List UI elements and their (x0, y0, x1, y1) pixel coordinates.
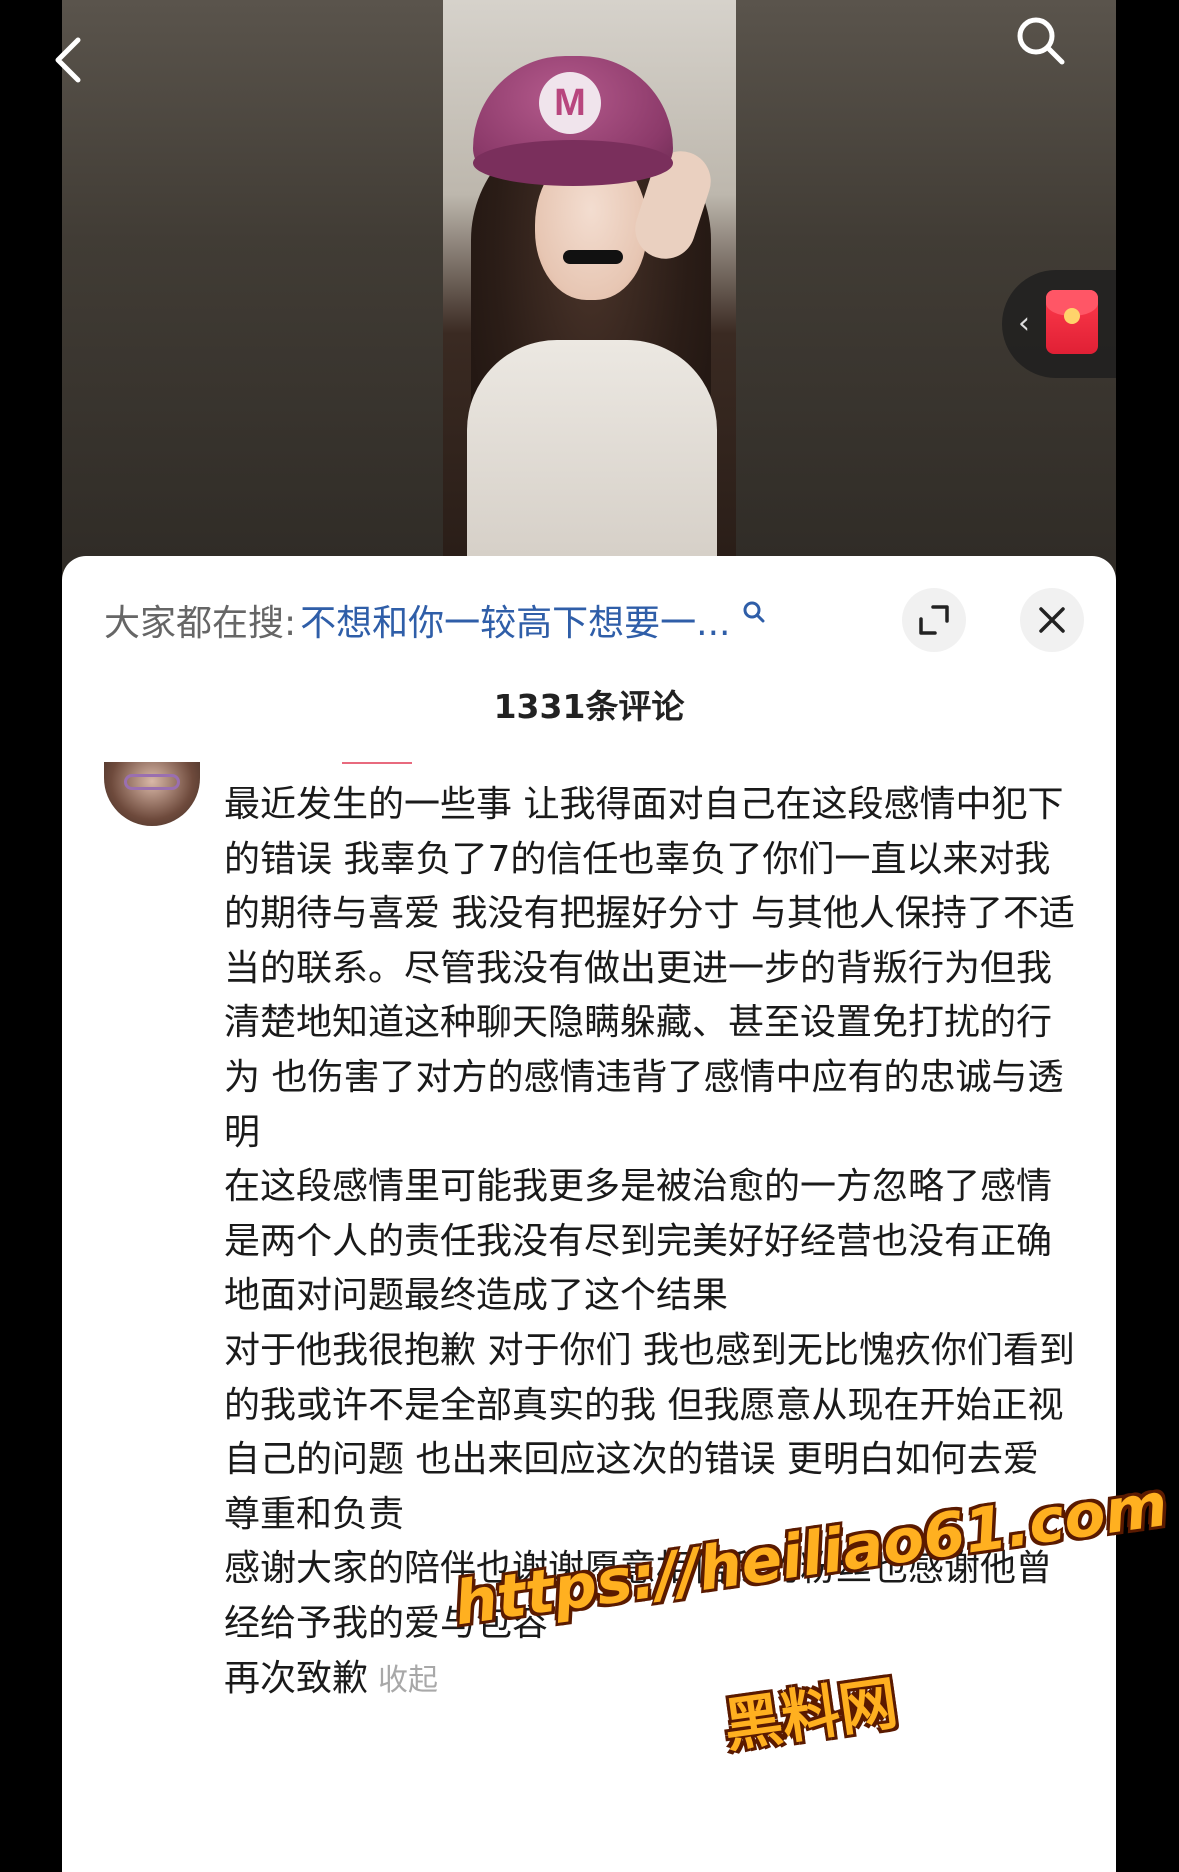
comments-sheet: 大家都在搜: 不想和你一较高下想要一... 1331条评论 最近发生的一些事 让… (62, 556, 1116, 1872)
close-icon (1039, 607, 1065, 633)
video-comments-screen: M ‹ 大家都在搜: 不想和你一较高下想要一... 1331条评论 最近发生的一… (0, 0, 1179, 1872)
search-icon (1017, 17, 1065, 65)
comment-text: 最近发生的一些事 让我得面对自己在这段感情中犯下的错误 我辜负了7的信任也辜负了… (224, 784, 1075, 1699)
collapse-link[interactable]: 收起 (378, 1663, 438, 1698)
search-button[interactable] (1010, 10, 1070, 70)
red-envelope-icon (1046, 290, 1098, 354)
trending-prefix: 大家都在搜: (104, 603, 297, 644)
video-player[interactable]: M (62, 0, 1116, 600)
comment-body: 最近发生的一些事 让我得面对自己在这段感情中犯下的错误 我辜负了7的信任也辜负了… (224, 778, 1084, 1708)
comment-count: 1331条评论 (493, 687, 685, 726)
cap-brim (473, 140, 673, 186)
expand-button[interactable] (902, 588, 966, 652)
red-packet-widget[interactable]: ‹ (1002, 270, 1116, 378)
avatar[interactable] (104, 762, 200, 826)
face-censor-mark (563, 250, 623, 264)
divider (342, 762, 412, 764)
expand-icon (919, 605, 949, 635)
search-icon (743, 601, 765, 623)
back-button[interactable] (40, 30, 100, 90)
trending-query[interactable]: 不想和你一较高下想要一... (300, 594, 730, 646)
person-sweater (467, 340, 717, 556)
trending-search-bar[interactable]: 大家都在搜: 不想和你一较高下想要一... (104, 590, 784, 650)
chevron-left-icon (55, 37, 81, 83)
avatar-glasses (124, 774, 180, 790)
video-frame: M (443, 0, 736, 556)
close-button[interactable] (1020, 588, 1084, 652)
chevron-left-icon: ‹ (1018, 306, 1030, 341)
cap-badge-letter: M (539, 72, 601, 134)
